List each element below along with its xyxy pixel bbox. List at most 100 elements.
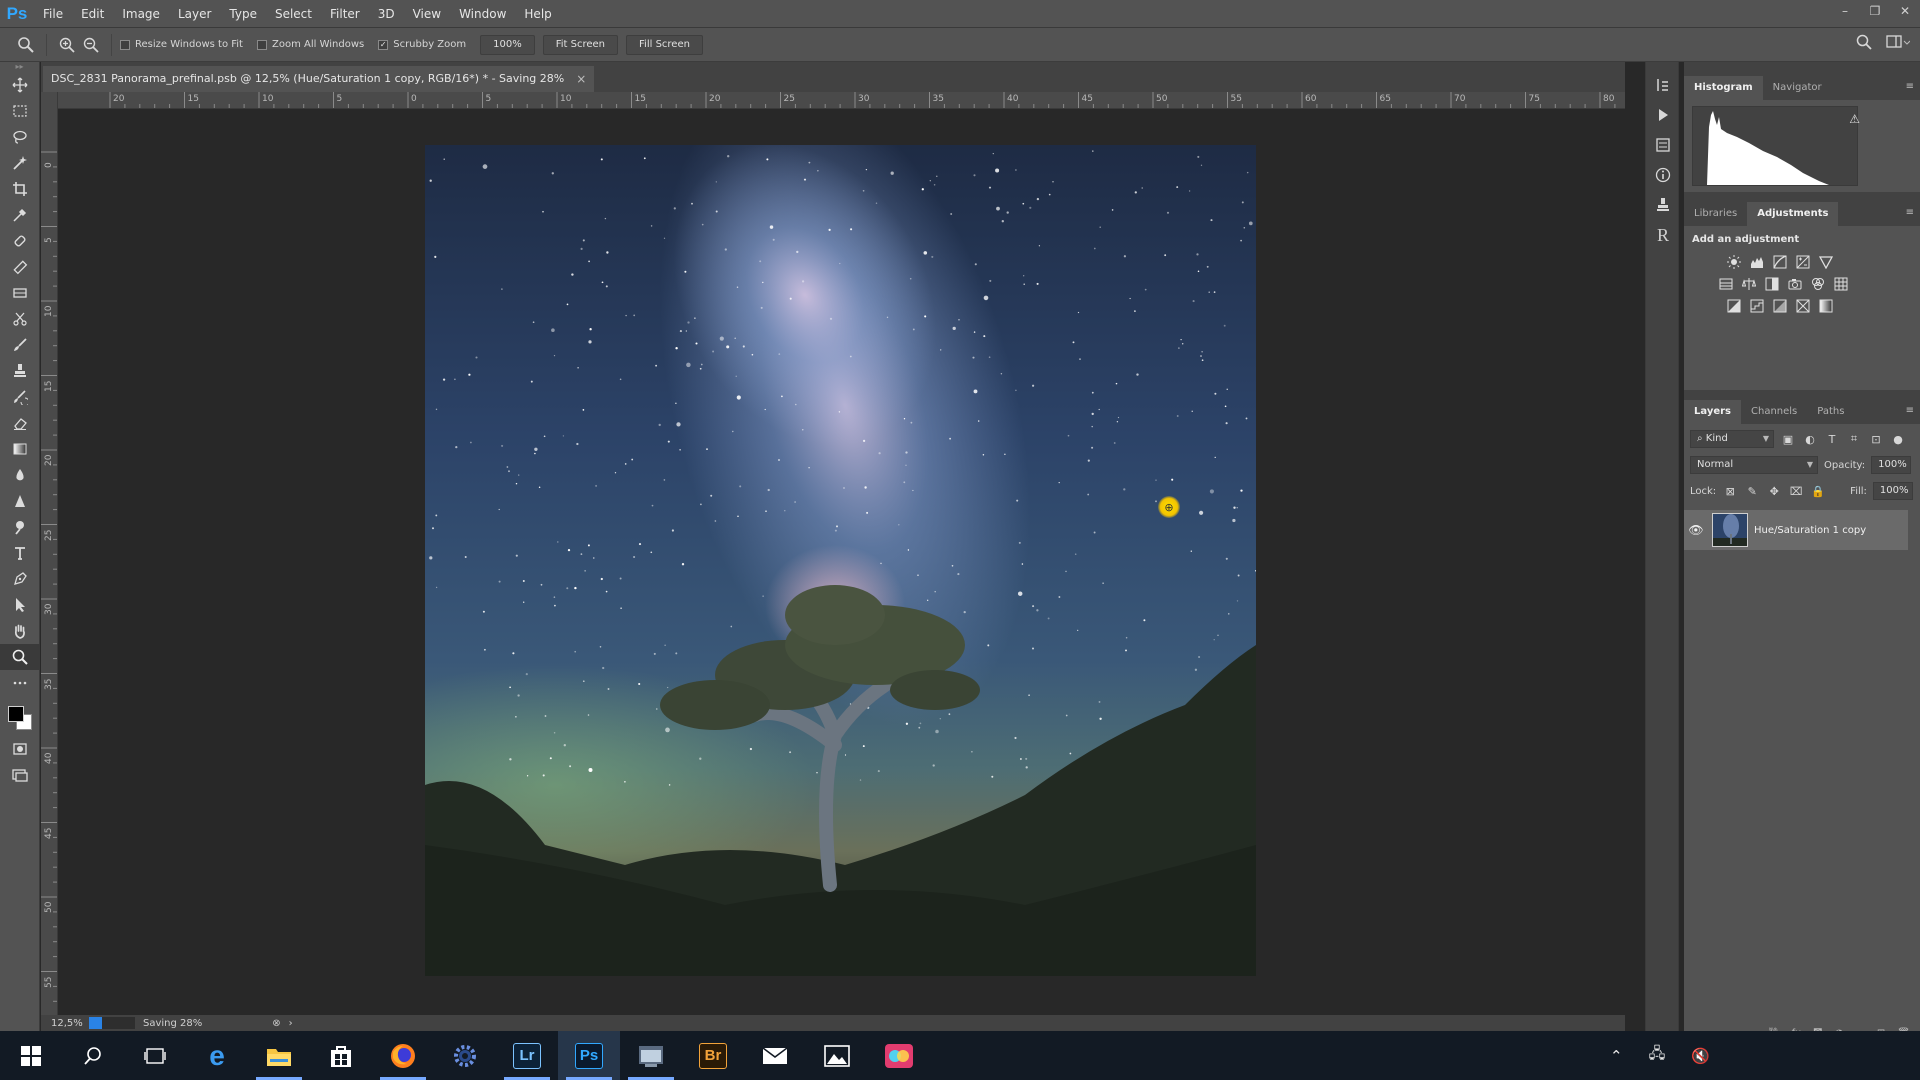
lightroom-app[interactable]: Lr (496, 1031, 558, 1080)
menu-window[interactable]: Window (450, 0, 515, 28)
checkbox-box[interactable] (120, 39, 130, 50)
document-tab[interactable]: DSC_2831 Panorama_prefinal.psb @ 12,5% (… (43, 66, 595, 92)
black-white-icon[interactable] (1764, 276, 1780, 292)
zoom-all-windows-checkbox[interactable]: Zoom All Windows (256, 39, 364, 50)
workspace-icon[interactable] (1886, 34, 1911, 53)
filter-kind-dropdown[interactable]: ⌕ Kind ▼ (1690, 430, 1774, 448)
color-balance-icon[interactable] (1741, 276, 1757, 292)
menu-file[interactable]: File (34, 0, 72, 28)
path-selection-icon[interactable] (0, 592, 40, 618)
clone-source-icon[interactable] (1646, 190, 1680, 220)
tab-paths[interactable]: Paths (1807, 400, 1854, 424)
selective-color-icon[interactable] (1795, 298, 1811, 314)
channel-mixer-icon[interactable] (1810, 276, 1826, 292)
eye-visibility-icon[interactable]: 👁 (1684, 523, 1708, 537)
lock-artboard-icon[interactable]: ⌧ (1788, 483, 1804, 499)
clone-stamp-icon[interactable] (0, 358, 40, 384)
filter-adjustment-icon[interactable]: ◐ (1802, 431, 1818, 447)
task-view-button[interactable] (124, 1031, 186, 1080)
close-button[interactable]: ✕ (1890, 0, 1920, 22)
sharpen-icon[interactable] (0, 488, 40, 514)
move-tool-icon[interactable] (0, 72, 40, 98)
dodge-tool-icon[interactable] (0, 514, 40, 540)
curves-icon[interactable] (1772, 254, 1788, 270)
hand-tool-icon[interactable] (0, 618, 40, 644)
actions-play-icon[interactable] (1646, 100, 1680, 130)
properties-icon[interactable] (1646, 130, 1680, 160)
posterize-icon[interactable] (1749, 298, 1765, 314)
menu-3d[interactable]: 3D (369, 0, 404, 28)
pen-tool-icon[interactable] (0, 566, 40, 592)
file-explorer-app[interactable] (248, 1031, 310, 1080)
search-icon[interactable] (1856, 34, 1872, 53)
panel-menu-icon[interactable]: ≡ (1906, 207, 1914, 218)
history-panel-icon[interactable] (1646, 70, 1680, 100)
tab-histogram[interactable]: Histogram (1684, 76, 1763, 100)
panel-menu-icon[interactable]: ≡ (1906, 81, 1914, 92)
zoom-out-icon[interactable] (79, 33, 103, 57)
close-icon[interactable]: × (576, 66, 586, 92)
checkbox-box-checked[interactable]: ✓ (378, 39, 389, 50)
quick-mask-icon[interactable] (0, 736, 40, 762)
gradient-map-icon[interactable] (1818, 298, 1834, 314)
mail-app[interactable] (744, 1031, 806, 1080)
checkbox-box[interactable] (256, 39, 267, 50)
chevron-up-icon[interactable]: ⌃ (1610, 1047, 1623, 1065)
photos-app[interactable] (806, 1031, 868, 1080)
scissors-icon[interactable] (0, 306, 40, 332)
history-brush-icon[interactable] (0, 384, 40, 410)
menu-type[interactable]: Type (220, 0, 266, 28)
volume-muted-icon[interactable]: 🔇 (1691, 1047, 1710, 1065)
menu-help[interactable]: Help (515, 0, 560, 28)
lock-position-icon[interactable]: ✥ (1766, 483, 1782, 499)
blend-mode-dropdown[interactable]: Normal ▼ (1690, 456, 1818, 474)
foreground-color-swatch[interactable] (8, 706, 24, 722)
marquee-tool-icon[interactable] (0, 98, 40, 124)
zoom-tool-preset-icon[interactable] (14, 33, 38, 57)
lock-pixels-icon[interactable]: ✎ (1744, 483, 1760, 499)
fit-screen-button[interactable]: Fit Screen (542, 34, 619, 55)
menu-layer[interactable]: Layer (169, 0, 220, 28)
photo-filter-icon[interactable] (1787, 276, 1803, 292)
cancel-save-icon[interactable]: ⊗ (272, 1018, 280, 1029)
tab-navigator[interactable]: Navigator (1763, 76, 1832, 100)
magic-wand-icon[interactable] (0, 150, 40, 176)
type-tool-icon[interactable] (0, 540, 40, 566)
menu-select[interactable]: Select (266, 0, 321, 28)
settings-app[interactable] (434, 1031, 496, 1080)
eraser-icon[interactable] (0, 410, 40, 436)
eyedropper-icon[interactable] (0, 202, 40, 228)
brightness-contrast-icon[interactable] (1726, 254, 1742, 270)
opacity-field[interactable]: 100% (1871, 456, 1912, 474)
tab-channels[interactable]: Channels (1741, 400, 1807, 424)
minimize-button[interactable]: – (1830, 0, 1860, 22)
filter-toggle-icon[interactable]: ● (1890, 431, 1906, 447)
zoom-tool-icon[interactable] (0, 644, 40, 670)
invert-icon[interactable] (1726, 298, 1742, 314)
brush-tool-icon[interactable] (0, 332, 40, 358)
menu-edit[interactable]: Edit (72, 0, 113, 28)
restore-button[interactable]: ❐ (1860, 0, 1890, 22)
panel-menu-icon[interactable]: ≡ (1906, 405, 1914, 416)
firefox-app[interactable] (372, 1031, 434, 1080)
lock-all-icon[interactable]: 🔒 (1810, 483, 1826, 499)
layer-row[interactable]: 👁 Hue/Saturation 1 copy (1684, 510, 1908, 550)
info-icon[interactable] (1646, 160, 1680, 190)
zoom-100-button[interactable]: 100% (480, 34, 535, 55)
filter-type-icon[interactable]: T (1824, 431, 1840, 447)
tab-adjustments[interactable]: Adjustments (1747, 202, 1839, 226)
lasso-tool-icon[interactable] (0, 124, 40, 150)
frame-tool-icon[interactable] (0, 280, 40, 306)
more-tools-icon[interactable] (0, 670, 40, 696)
filter-shape-icon[interactable]: ⌗ (1846, 431, 1862, 447)
zoom-in-icon[interactable] (55, 33, 79, 57)
blur-drop-icon[interactable] (0, 462, 40, 488)
edge-app[interactable]: e (186, 1031, 248, 1080)
window-app[interactable] (620, 1031, 682, 1080)
menu-filter[interactable]: Filter (321, 0, 369, 28)
menu-view[interactable]: View (404, 0, 450, 28)
zoom-readout[interactable]: 12,5% (51, 1018, 89, 1029)
layer-name[interactable]: Hue/Saturation 1 copy (1754, 525, 1866, 536)
threshold-icon[interactable] (1772, 298, 1788, 314)
hue-saturation-icon[interactable] (1718, 276, 1734, 292)
